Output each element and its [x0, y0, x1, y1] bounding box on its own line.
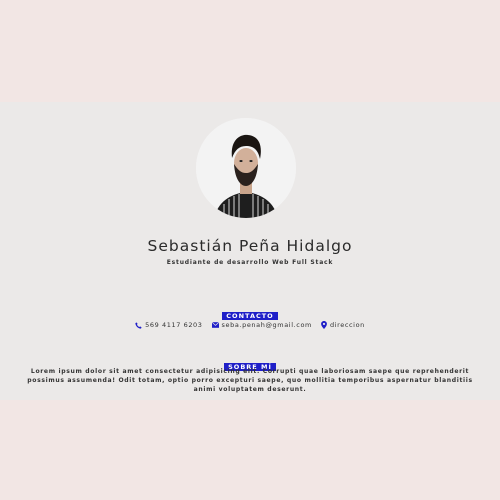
profile-card: Sebastián Peña Hidalgo Estudiante de des…: [0, 102, 500, 400]
about-text: Lorem ipsum dolor sit amet consectetur a…: [27, 368, 473, 393]
contact-row: 569 4117 6203 seba.penah@gmail.com direc…: [0, 321, 500, 329]
location-pin-icon: [321, 321, 327, 329]
contact-address-text: direccion: [329, 321, 365, 329]
profile-name: Sebastián Peña Hidalgo: [147, 237, 353, 255]
contact-phone-text: 569 4117 6203: [145, 321, 203, 329]
contact-phone[interactable]: 569 4117 6203: [135, 321, 202, 329]
avatar: [196, 118, 296, 218]
contact-heading-label: CONTACTO: [222, 312, 278, 320]
contact-heading: CONTACTO: [0, 303, 500, 322]
contact-address[interactable]: direccion: [321, 321, 365, 329]
contact-email-text: seba.penah@gmail.com: [221, 321, 312, 329]
mail-icon: [211, 322, 219, 328]
profile-photo: [196, 118, 296, 218]
profile-subtitle: Estudiante de desarrollo Web Full Stack: [166, 259, 334, 266]
contact-email[interactable]: seba.penah@gmail.com: [211, 321, 312, 329]
phone-icon: [135, 321, 142, 329]
